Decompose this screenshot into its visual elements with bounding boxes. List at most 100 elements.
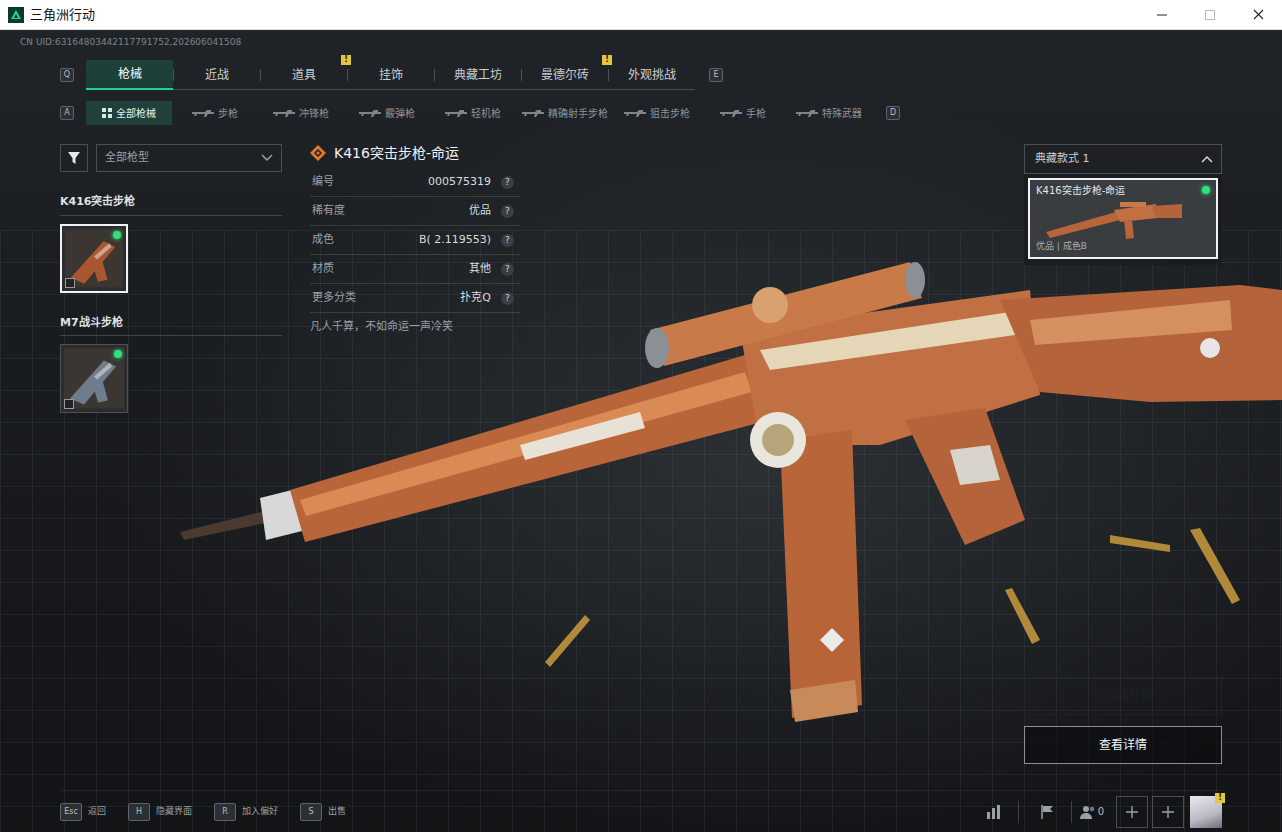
maximize-icon[interactable] xyxy=(1186,0,1234,30)
hint-label: 隐藏界面 xyxy=(156,805,192,819)
info-value: 其他 xyxy=(469,261,491,278)
tab-label: 曼德尔砖 xyxy=(541,66,589,84)
style-dropdown[interactable]: 典藏款式 1 xyxy=(1024,144,1222,174)
weapon-type-tab[interactable]: 冲锋枪 xyxy=(258,101,344,125)
equipped-dot xyxy=(1202,186,1210,194)
skin-card[interactable] xyxy=(60,224,128,293)
category-tab[interactable]: 曼德尔砖! xyxy=(521,60,608,90)
uid-label: CN UID:63164803442117791752,202606041508 xyxy=(20,30,1222,60)
close-icon[interactable] xyxy=(1234,0,1282,30)
add-icon[interactable] xyxy=(1152,796,1184,828)
next-category-key[interactable]: E xyxy=(709,68,723,82)
info-label: 材质 xyxy=(312,261,334,278)
info-row: 材质 其他? xyxy=(310,255,520,284)
style-option[interactable]: K416突击步枪-命运优品 | 成色B xyxy=(1028,178,1218,259)
key-cap: S xyxy=(300,803,322,821)
friends-icon xyxy=(1080,804,1096,820)
filter-row: 全部枪型 xyxy=(60,144,282,172)
tab-label: 道具 xyxy=(292,66,316,84)
key-cap: Esc xyxy=(60,803,82,821)
category-tab[interactable]: 道具! xyxy=(260,60,347,90)
info-value: 000575319 xyxy=(428,174,491,191)
category-tab[interactable]: 近战 xyxy=(173,60,260,90)
weapon-type-tab[interactable]: 特殊武器 xyxy=(786,101,872,125)
window-title: 三角洲行动 xyxy=(30,8,95,21)
weapon-type-tab[interactable]: 精确射手步枪 xyxy=(516,101,614,125)
weapon-type-tab[interactable]: 狙击步枪 xyxy=(614,101,700,125)
tab-label: 外观挑战 xyxy=(628,66,676,84)
hint-label: 加入偏好 xyxy=(242,805,278,819)
tab-label: 枪械 xyxy=(118,65,142,83)
key-hint[interactable]: H隐藏界面 xyxy=(128,803,192,821)
flag-icon[interactable] xyxy=(1031,796,1063,828)
dropdown-label: 典藏款式 1 xyxy=(1035,151,1090,168)
next-type-key[interactable]: D xyxy=(886,106,900,120)
info-value: 扑克Q xyxy=(460,290,491,307)
category-tab[interactable]: 挂饰 xyxy=(347,60,434,90)
key-hint[interactable]: R 加入偏好 xyxy=(214,803,278,821)
gun-type-dropdown[interactable]: 全部枪型 xyxy=(96,144,282,172)
friends-button[interactable]: 0 xyxy=(1080,804,1104,820)
skin-card[interactable] xyxy=(60,344,128,413)
category-tab[interactable]: 典藏工坊 xyxy=(434,60,521,90)
gun-icon xyxy=(445,109,467,117)
bottom-bar: Esc返回 H隐藏界面 R 加入偏好 S出售 0! xyxy=(60,790,1222,832)
title-bar: 三角洲行动 xyxy=(0,0,1282,30)
key-hint[interactable]: S出售 xyxy=(300,803,346,821)
skin-title: K416突击步枪-命运 xyxy=(310,144,520,162)
preview-icon xyxy=(65,278,75,288)
style-thumbnail xyxy=(1036,198,1210,240)
type-label: 轻机枪 xyxy=(471,106,501,121)
chevron-down-icon xyxy=(261,154,273,162)
action-buttons: 已应用外观查看详情 xyxy=(1024,677,1222,764)
style-panel: 典藏款式 1 K416突击步枪-命运优品 | 成色B 已应用外观查看详情 xyxy=(1024,144,1222,764)
filter-icon[interactable] xyxy=(60,144,88,172)
weapon-list-panel: 全部枪型 K416突击步枪 M7战斗步枪 xyxy=(60,144,282,764)
prev-category-key[interactable]: Q xyxy=(60,68,74,82)
type-label: 冲锋枪 xyxy=(299,106,329,121)
content: CN UID:63164803442117791752,202606041508… xyxy=(0,30,1282,832)
info-label: 稀有度 xyxy=(312,203,345,220)
key-cap: R xyxy=(214,803,236,821)
weapon-type-tab[interactable]: 霰弹枪 xyxy=(344,101,430,125)
details-button[interactable]: 查看详情 xyxy=(1024,726,1222,764)
weapon-type-tab[interactable]: 全部枪械 xyxy=(86,101,172,125)
type-label: 步枪 xyxy=(218,106,238,121)
help-button[interactable]: ? xyxy=(501,205,514,218)
app-window: 三角洲行动 xyxy=(0,0,1282,832)
toolbar: 0! xyxy=(974,796,1222,828)
help-button[interactable]: ? xyxy=(501,263,514,276)
type-label: 霰弹枪 xyxy=(385,106,415,121)
info-row: 编号000575319? xyxy=(310,168,520,197)
divider xyxy=(1018,801,1019,823)
gun-icon xyxy=(522,109,544,117)
gun-icon xyxy=(273,109,295,117)
equipped-dot xyxy=(113,231,121,239)
player-avatar[interactable]: ! xyxy=(1190,796,1222,828)
category-tab[interactable]: 外观挑战 xyxy=(608,60,695,90)
skin-info-panel: K416突击步枪-命运编号000575319?稀有度优品?成色B( 2.1195… xyxy=(310,144,520,764)
stats-icon[interactable] xyxy=(978,796,1010,828)
info-label: 成色 xyxy=(312,232,334,249)
add-icon[interactable] xyxy=(1116,796,1148,828)
category-tabs: 枪械 近战道具!挂饰典藏工坊曼德尔砖! 外观挑战 xyxy=(86,60,695,90)
help-button[interactable]: ? xyxy=(501,292,514,305)
weapon-type-tab[interactable]: 步枪 xyxy=(172,101,258,125)
help-button[interactable]: ? xyxy=(501,176,514,189)
prev-type-key[interactable]: A xyxy=(60,106,74,120)
minimize-icon[interactable] xyxy=(1138,0,1186,30)
preview-icon xyxy=(64,399,74,409)
category-tab[interactable]: 枪械 xyxy=(86,60,173,90)
weapon-type-tab[interactable]: 轻机枪 xyxy=(430,101,516,125)
key-hint[interactable]: Esc返回 xyxy=(60,803,106,821)
weapon-type-tab[interactable]: 手枪 xyxy=(700,101,786,125)
weapon-group-title: M7战斗步枪 xyxy=(60,311,282,337)
type-label: 狙击步枪 xyxy=(650,106,690,121)
skin-quote: 凡人千算，不如命运一声冷笑 xyxy=(310,319,520,336)
help-button[interactable]: ? xyxy=(501,234,514,247)
window-controls xyxy=(1138,0,1282,30)
equipped-dot xyxy=(114,350,122,358)
style-list: K416突击步枪-命运优品 | 成色B xyxy=(1024,174,1222,265)
type-label: 特殊武器 xyxy=(822,106,862,121)
weapon-group-title: K416突击步枪 xyxy=(60,190,282,216)
